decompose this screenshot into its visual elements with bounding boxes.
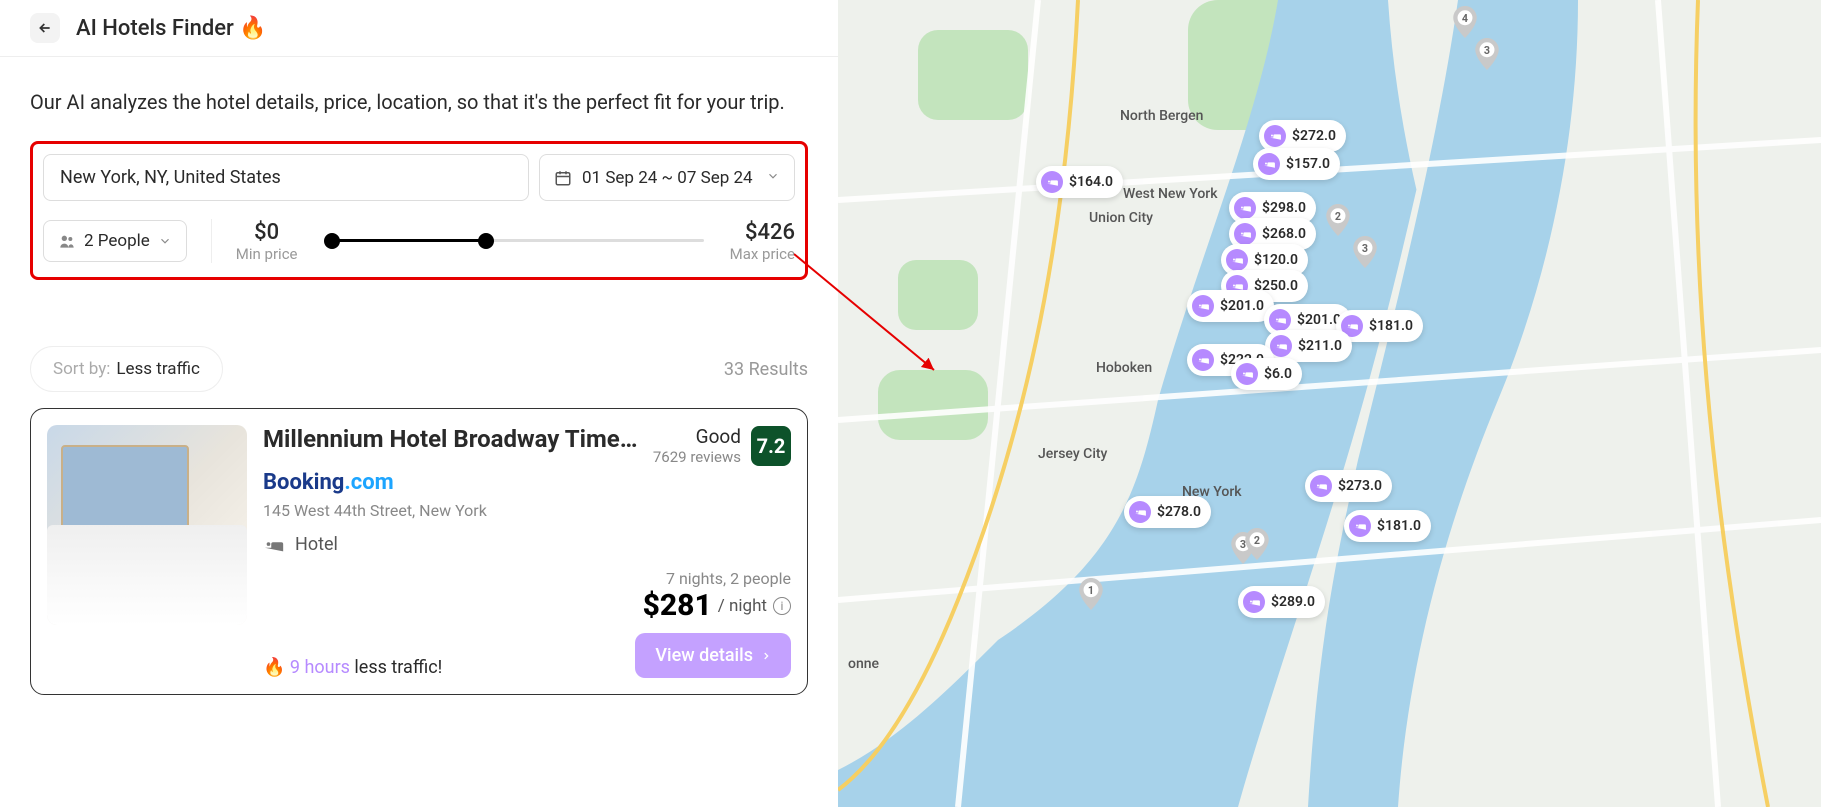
- map-cluster-pin[interactable]: 3: [1352, 236, 1378, 268]
- hotel-address: 145 West 44th Street, New York: [263, 501, 791, 520]
- svg-text:3: 3: [1484, 44, 1490, 57]
- marker-price: $201.0: [1220, 298, 1264, 314]
- stay-summary: 7 nights, 2 people: [635, 569, 791, 588]
- map-price-marker[interactable]: $6.0: [1231, 358, 1302, 390]
- bed-icon: [1129, 501, 1151, 523]
- map-place-label: Union City: [1089, 210, 1153, 226]
- chevron-down-icon: [158, 234, 172, 248]
- map-cluster-pin[interactable]: 4: [1452, 6, 1478, 38]
- reviews-count: 7629 reviews: [653, 448, 741, 466]
- bed-icon: [1349, 515, 1371, 537]
- marker-price: $157.0: [1286, 156, 1330, 172]
- max-price-label: Max price: [730, 245, 795, 263]
- slider-min-handle[interactable]: [324, 233, 340, 249]
- bed-icon: [1192, 349, 1214, 371]
- map-place-label: Hoboken: [1096, 360, 1152, 376]
- chevron-right-icon: [761, 649, 771, 663]
- marker-price: $278.0: [1157, 504, 1201, 520]
- map-price-marker[interactable]: $157.0: [1253, 148, 1340, 180]
- rating-word: Good: [653, 425, 741, 448]
- marker-price: $268.0: [1262, 226, 1306, 242]
- bed-icon: [1236, 363, 1258, 385]
- map-price-marker[interactable]: $289.0: [1238, 586, 1325, 618]
- bed-icon: [1192, 295, 1214, 317]
- bed-icon: [1269, 309, 1291, 331]
- per-night-label: / night: [718, 596, 767, 616]
- calendar-icon: [554, 169, 572, 187]
- hotel-thumbnail: [47, 425, 247, 625]
- bed-icon: [1234, 223, 1256, 245]
- svg-text:2: 2: [1335, 210, 1341, 223]
- map-place-label: Jersey City: [1038, 446, 1107, 462]
- bed-icon: [1270, 335, 1292, 357]
- bed-icon: [1264, 125, 1286, 147]
- view-details-button[interactable]: View details: [635, 633, 791, 678]
- marker-price: $211.0: [1298, 338, 1342, 354]
- marker-price: $201.0: [1297, 312, 1341, 328]
- map-price-marker[interactable]: $181.0: [1344, 510, 1431, 542]
- guests-text: 2 People: [84, 231, 150, 251]
- max-price-value: $426: [745, 220, 795, 245]
- marker-price: $181.0: [1377, 518, 1421, 534]
- svg-text:2: 2: [1254, 534, 1260, 547]
- map-cluster-pin[interactable]: 2: [1244, 528, 1270, 560]
- marker-price: $120.0: [1254, 252, 1298, 268]
- divider: [211, 219, 212, 263]
- marker-price: $181.0: [1369, 318, 1413, 334]
- map-viewport[interactable]: North Bergen West New York Union City Hobok…: [838, 0, 1821, 807]
- marker-price: $164.0: [1069, 174, 1113, 190]
- marker-price: $289.0: [1271, 594, 1315, 610]
- marker-price: $6.0: [1264, 366, 1292, 382]
- svg-text:3: 3: [1362, 242, 1368, 255]
- traffic-info: 🔥 9 hours less traffic!: [263, 657, 442, 678]
- date-range-picker[interactable]: 01 Sep 24 ~ 07 Sep 24: [539, 154, 795, 201]
- bed-icon: [1226, 249, 1248, 271]
- map-place-label: West New York: [1123, 186, 1218, 202]
- map-place-label: North Bergen: [1120, 108, 1203, 124]
- sort-label: Sort by:: [53, 359, 110, 379]
- map-place-label: onne: [848, 656, 879, 672]
- chevron-down-icon: [766, 168, 780, 188]
- svg-text:1: 1: [1088, 584, 1094, 597]
- rating-score-badge: 7.2: [751, 426, 791, 466]
- price-range-slider[interactable]: [324, 233, 704, 249]
- back-button[interactable]: [30, 13, 60, 43]
- marker-price: $273.0: [1338, 478, 1382, 494]
- map-price-marker[interactable]: $273.0: [1305, 470, 1392, 502]
- marker-price: $298.0: [1262, 200, 1306, 216]
- hotel-card[interactable]: Millennium Hotel Broadway Times... Good …: [30, 408, 808, 695]
- marker-price: $272.0: [1292, 128, 1336, 144]
- guests-select[interactable]: 2 People: [43, 220, 187, 262]
- bed-icon: [1234, 197, 1256, 219]
- hotel-type-text: Hotel: [295, 534, 338, 555]
- map-price-marker[interactable]: $278.0: [1124, 496, 1211, 528]
- people-icon: [58, 233, 76, 249]
- bed-icon: [263, 536, 285, 554]
- intro-text: Our AI analyzes the hotel details, price…: [30, 87, 808, 117]
- min-price-value: $0: [254, 220, 279, 245]
- bed-icon: [1310, 475, 1332, 497]
- map-cluster-pin[interactable]: 1: [1078, 578, 1104, 610]
- nightly-price: $281: [643, 588, 712, 623]
- svg-text:4: 4: [1462, 12, 1468, 25]
- location-input[interactable]: New York, NY, United States: [43, 154, 529, 201]
- sort-value: Less traffic: [116, 359, 200, 379]
- map-cluster-pin[interactable]: 2: [1325, 204, 1351, 236]
- date-range-text: 01 Sep 24 ~ 07 Sep 24: [582, 168, 753, 188]
- info-icon[interactable]: i: [773, 597, 791, 615]
- map-price-marker[interactable]: $164.0: [1036, 166, 1123, 198]
- search-filters-box: New York, NY, United States 01 Sep 24 ~ …: [30, 141, 808, 280]
- results-count: 33 Results: [724, 359, 808, 380]
- slider-max-handle[interactable]: [478, 233, 494, 249]
- bed-icon: [1258, 153, 1280, 175]
- map-price-marker[interactable]: $201.0: [1187, 290, 1274, 322]
- hotel-name: Millennium Hotel Broadway Times...: [263, 425, 643, 453]
- provider-logo: Booking.com: [263, 470, 791, 495]
- min-price-label: Min price: [236, 245, 298, 263]
- sort-dropdown[interactable]: Sort by: Less traffic: [30, 346, 223, 392]
- bed-icon: [1243, 591, 1265, 613]
- page-title: AI Hotels Finder 🔥: [76, 16, 267, 41]
- map-cluster-pin[interactable]: 3: [1474, 38, 1500, 70]
- bed-icon: [1041, 171, 1063, 193]
